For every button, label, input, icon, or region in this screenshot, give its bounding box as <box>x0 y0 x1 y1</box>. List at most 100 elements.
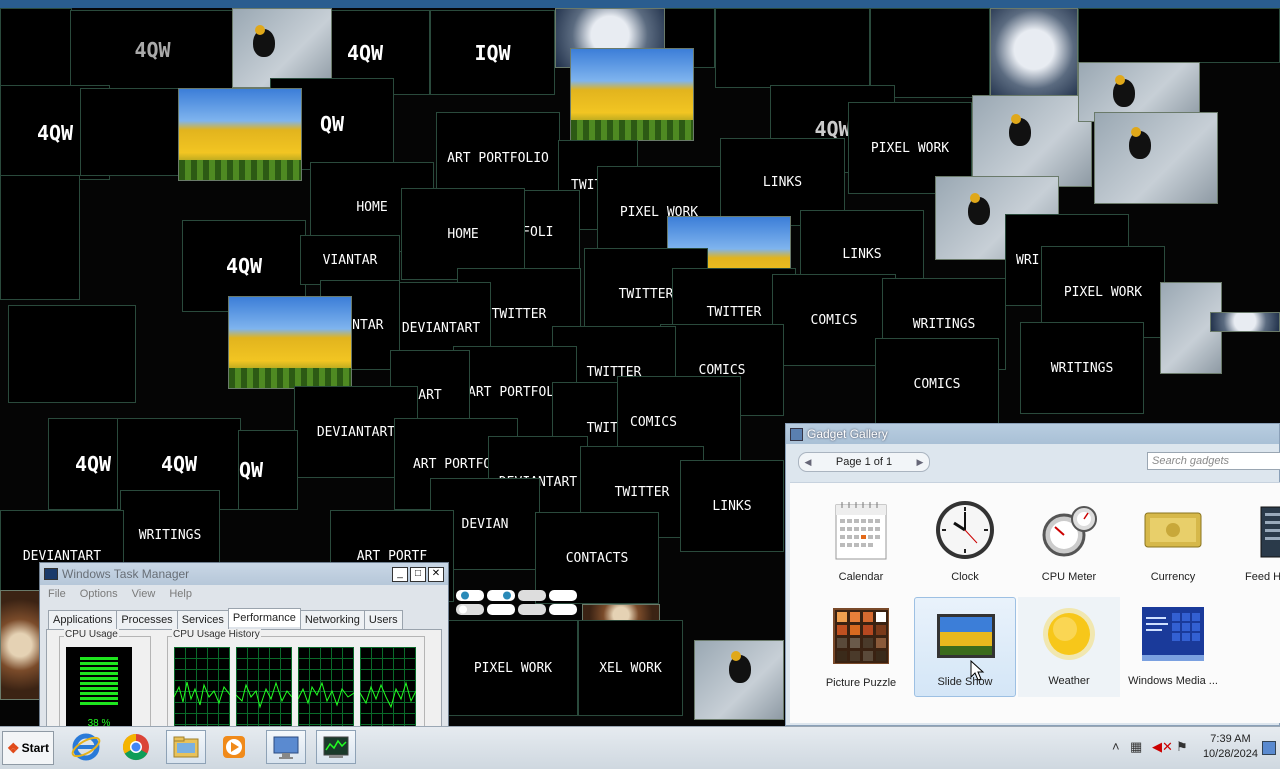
tile-label: WRITINGS <box>1050 360 1114 376</box>
menu-help[interactable]: Help <box>169 588 192 604</box>
tab-networking[interactable]: Networking <box>299 610 365 629</box>
show-desktop-button[interactable] <box>1262 741 1276 755</box>
remote-desktop-icon <box>273 736 299 759</box>
gadget-cpu-meter[interactable]: CPU Meter <box>1018 493 1120 593</box>
window-title: Windows Task Manager <box>62 567 190 581</box>
tab-processes[interactable]: Processes <box>116 610 178 629</box>
task-manager-window[interactable]: Windows Task Manager _ □ ✕ File Options … <box>39 562 449 742</box>
tile-pixel-work[interactable]: XEL WORK <box>578 620 683 716</box>
tile-writings[interactable]: WRITINGS <box>1020 322 1144 414</box>
tile-blank[interactable] <box>8 305 136 403</box>
close-button[interactable]: ✕ <box>428 566 444 582</box>
menu-view[interactable]: View <box>132 588 156 604</box>
tab-services[interactable]: Services <box>176 610 229 629</box>
tile-qw[interactable]: QW <box>238 430 298 510</box>
action-center-flag-icon[interactable]: ⚑ <box>1176 739 1188 755</box>
tile-blank[interactable] <box>80 88 180 176</box>
tile-label: TWITTER <box>706 305 762 320</box>
previous-page-icon[interactable]: ◀ <box>799 457 817 468</box>
taskbar-remote-desktop[interactable] <box>266 730 306 764</box>
gadget-calendar[interactable]: Calendar <box>810 493 912 593</box>
tab-users[interactable]: Users <box>363 610 403 629</box>
tile-pixel-work[interactable]: PIXEL WORK <box>448 620 578 716</box>
tulip-photo-tile[interactable] <box>570 48 694 141</box>
tile-label: LINKS <box>762 174 803 190</box>
tile-4qw[interactable] <box>0 8 72 93</box>
page-navigator: ◀ Page 1 of 1 ▶ <box>798 452 930 472</box>
weather-icon <box>1038 603 1100 665</box>
tile-label: COMICS <box>630 414 677 430</box>
tile-label: QW <box>239 458 264 482</box>
network-icon[interactable]: ▦ <box>1130 739 1142 755</box>
calendar-icon <box>830 499 892 561</box>
menu-file[interactable]: File <box>48 588 66 604</box>
taskbar-media-player[interactable] <box>214 730 254 764</box>
gadget-windows-media-center[interactable]: Windows Media ... <box>1122 597 1224 697</box>
bird-photo-tile[interactable] <box>1094 112 1218 204</box>
media-player-icon <box>223 736 245 758</box>
tile-links[interactable]: LINKS <box>680 460 784 552</box>
volume-muted-icon[interactable]: ◀✕ <box>1152 739 1173 755</box>
gadget-label: Feed He <box>1245 571 1280 583</box>
taskbar-internet-explorer[interactable] <box>66 730 106 764</box>
tile-blank[interactable] <box>715 8 870 88</box>
gadget-gallery-window[interactable]: Gadget Gallery ◀ Page 1 of 1 ▶ Search ga… <box>785 423 1280 726</box>
gadget-clock[interactable]: Clock <box>914 493 1016 593</box>
gadget-picture-puzzle[interactable]: Picture Puzzle <box>810 599 912 699</box>
taskbar-file-explorer[interactable] <box>166 730 206 764</box>
window-title: Gadget Gallery <box>807 427 888 441</box>
tile-deviantart[interactable]: VIANTAR <box>300 235 400 285</box>
show-hidden-icons-icon[interactable]: ˄ <box>1112 739 1120 754</box>
pelican-photo-tile[interactable] <box>990 8 1078 100</box>
tile-home[interactable]: HOME <box>401 188 525 280</box>
bird-photo-tile[interactable] <box>232 8 332 88</box>
tile-comics[interactable]: COMICS <box>875 338 999 430</box>
pelican-photo-tile[interactable] <box>1210 312 1280 332</box>
gadget-feed-headlines[interactable]: Feed He <box>1226 493 1280 593</box>
gadget-gallery-titlebar[interactable]: Gadget Gallery <box>786 424 1279 444</box>
gadget-label: Slide Show <box>937 676 993 688</box>
start-label: Start <box>21 741 49 755</box>
minimize-button[interactable]: _ <box>392 566 408 582</box>
tile-label: ART <box>418 387 442 403</box>
gadget-weather[interactable]: Weather <box>1018 597 1120 697</box>
tile-4qw[interactable] <box>0 175 80 300</box>
slideshow-controls[interactable] <box>455 588 580 618</box>
cpu-history-graph <box>236 647 292 733</box>
cpu-history-graph <box>298 647 354 733</box>
tile-label: 4QW <box>36 120 74 145</box>
bird-photo-tile[interactable] <box>694 640 784 720</box>
tile-label: CONTACTS <box>565 550 629 566</box>
menu-options[interactable]: Options <box>80 588 118 604</box>
gadget-gallery-icon <box>790 427 803 441</box>
taskbar-chrome[interactable] <box>116 730 156 764</box>
system-clock[interactable]: 7:39 AM 10/28/2024 <box>1203 732 1258 762</box>
cpu-history-label: CPU Usage History <box>172 629 261 640</box>
tile-label: TWITTER <box>491 306 547 322</box>
tulip-photo-tile[interactable] <box>228 296 352 389</box>
tile-iqw[interactable]: IQW <box>430 10 555 95</box>
next-page-icon[interactable]: ▶ <box>911 457 929 468</box>
search-gadgets-input[interactable]: Search gadgets <box>1147 452 1280 470</box>
tab-performance[interactable]: Performance <box>227 608 301 627</box>
tile-label: DEVIANTART <box>401 320 481 336</box>
maximize-button[interactable]: □ <box>410 566 426 582</box>
tile-label: LINKS <box>712 498 752 514</box>
bird-photo-tile[interactable] <box>972 95 1092 187</box>
tile-label: 4QW <box>225 254 263 278</box>
tile-blank[interactable] <box>1078 8 1280 63</box>
task-manager-icon <box>323 736 349 758</box>
tulip-photo-tile[interactable] <box>178 88 302 181</box>
task-manager-titlebar[interactable]: Windows Task Manager _ □ ✕ <box>40 563 448 585</box>
start-button[interactable]: ❖ Start <box>2 731 54 765</box>
coffee-photo-tile[interactable] <box>0 590 40 700</box>
cpu-meter-icon <box>1038 499 1100 561</box>
tile-4qw[interactable]: 4QW <box>70 10 235 90</box>
gadget-slide-show[interactable]: Slide Show <box>914 597 1016 697</box>
tile-label: HOME <box>356 199 388 215</box>
clock-time: 7:39 AM <box>1210 733 1251 745</box>
clock-date: 10/28/2024 <box>1202 748 1258 760</box>
tab-applications[interactable]: Applications <box>48 610 118 629</box>
taskbar-task-manager[interactable] <box>316 730 356 764</box>
gadget-currency[interactable]: Currency <box>1122 493 1224 593</box>
